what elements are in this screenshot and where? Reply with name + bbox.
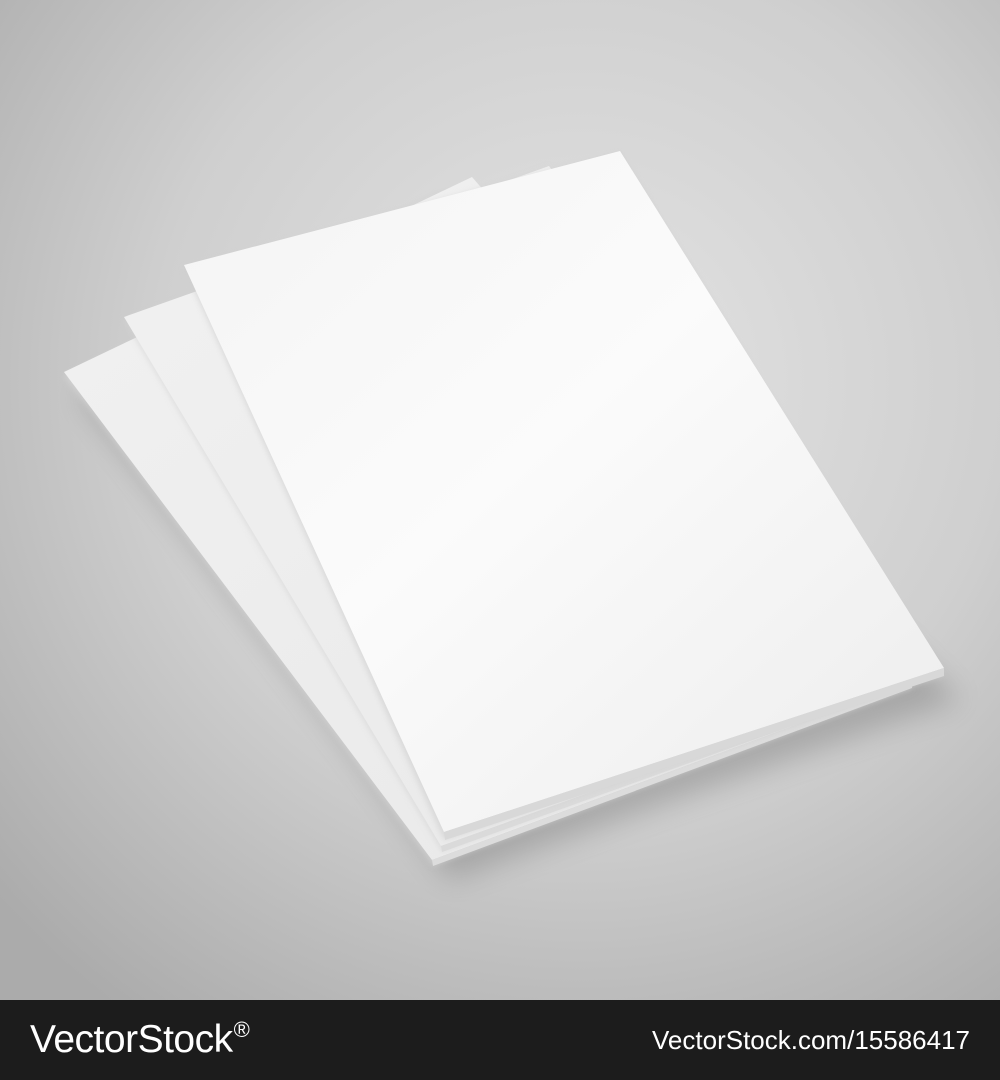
brand-name: VectorStock	[30, 1018, 233, 1061]
vectorstock-logo: VectorStock®	[30, 1017, 250, 1063]
registered-mark: ®	[233, 1017, 250, 1042]
mockup-image	[0, 0, 1000, 1000]
image-id-label: VectorStock.com/15586417	[652, 1025, 970, 1055]
watermark-bar: VectorStock® VectorStock.com/15586417	[0, 1000, 1000, 1080]
paper-stack-illustration	[0, 0, 1000, 1000]
